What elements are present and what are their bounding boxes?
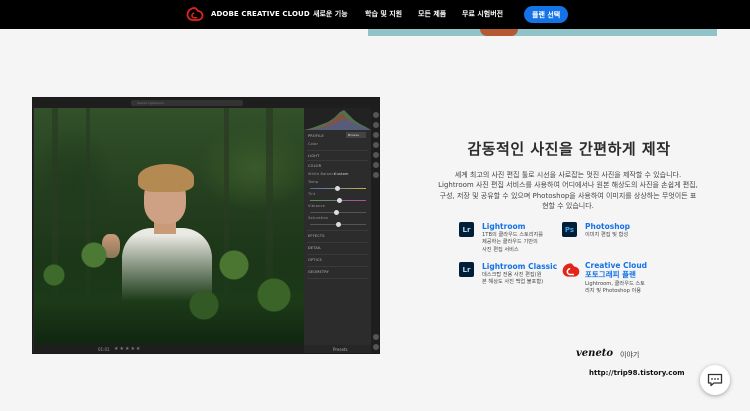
feature-description: Lightroom, 클라우드 스토 리지 및 Photoshop 이용 (585, 281, 645, 296)
brush-tool-icon (373, 142, 379, 148)
histogram (304, 108, 371, 130)
comment-icon (373, 344, 379, 350)
panel-color-label: COLOR (308, 164, 322, 168)
creative-cloud-logo-icon (186, 7, 204, 21)
saturation-slider-knob (336, 222, 341, 227)
profile-browse-button: Browse (346, 132, 366, 138)
brand-name: ADOBE CREATIVE CLOUD (211, 10, 310, 18)
panel-temp-label: Temp (308, 180, 319, 184)
lightroom-app-icon: Lr (459, 222, 474, 237)
panel-geometry-label: GEOMETRY (308, 270, 329, 274)
nav-item-free-trial[interactable]: 무료 시험버전 (462, 9, 503, 19)
edit-tool-icon (373, 112, 379, 118)
feature-description: 이미지 편집 및 합성 (585, 232, 628, 239)
feature-description: 1TB의 클라우드 스토리지를 제공하는 클라우드 기반의 사진 편집 서비스 (482, 232, 543, 254)
creative-cloud-icon (562, 263, 580, 277)
panel-divider (307, 150, 368, 151)
brand[interactable]: ADOBE CREATIVE CLOUD (186, 6, 310, 22)
banner-person-detail (480, 29, 518, 36)
person-hair (138, 164, 194, 192)
radial-tool-icon (373, 162, 379, 168)
info-icon (373, 172, 379, 178)
histogram-graph (304, 110, 371, 130)
panel-profile-label: PROFILE (308, 134, 324, 138)
portrait-photo (34, 108, 304, 345)
top-banner-image (368, 29, 717, 36)
panel-saturation-label: Saturation (308, 216, 329, 220)
panel-divider (307, 242, 368, 243)
watermark-name: veneto (576, 348, 614, 359)
panel-divider (307, 266, 368, 267)
watermark-korean: 이야기 (620, 351, 640, 359)
feature-title[interactable]: Photoshop (585, 222, 630, 231)
temp-slider-knob (335, 186, 340, 191)
nav-item-all-products[interactable]: 모든 제품 (418, 9, 446, 19)
nav-item-whats-new[interactable]: 새로운 기능 (313, 9, 348, 19)
panel-divider (307, 160, 368, 161)
feature-description: 데스크탑 전용 사진 편집(원 본 해상도 사진 백업 불포함) (482, 272, 543, 287)
edit-panel: PROFILE Browse Color LIGHT COLOR White B… (304, 108, 371, 345)
panel-color-profile: Color (308, 142, 319, 146)
panel-optics-label: OPTICS (308, 258, 322, 262)
feature-line: 본 해상도 사진 백업 불포함) (482, 279, 544, 286)
nav-item-learn-support[interactable]: 학습 및 지원 (365, 9, 402, 19)
zoom-readout: 01:01 (98, 347, 110, 352)
vibrance-slider-knob (334, 210, 339, 215)
watermark-url: http://trip98.tistory.com (589, 369, 685, 377)
heal-tool-icon (373, 132, 379, 138)
photoshop-app-icon: Ps (562, 222, 577, 237)
tool-rail (371, 108, 379, 353)
panel-vibrance-label: Vibrance (308, 204, 325, 208)
app-search-field: Search Lightroom (131, 100, 243, 106)
lightroom-app-screenshot: Search Lightroom PROFILE Browse Color LI… (32, 97, 380, 354)
feature-title[interactable]: Lightroom Classic (482, 262, 557, 271)
feature-line: 사진 편집 서비스 (482, 246, 519, 253)
lightroom-classic-app-icon: Lr (459, 262, 474, 277)
feature-line: 리지 및 Photoshop 이용 (585, 288, 642, 295)
chat-icon (707, 373, 723, 387)
panel-wb-value: Custom (334, 172, 349, 176)
section-heading: 감동적인 사진을 간편하게 제작 (467, 140, 671, 158)
feature-title[interactable]: Creative Cloud 포토그래피 플랜 (585, 261, 655, 279)
panel-light-label: LIGHT (308, 154, 320, 158)
panel-divider (307, 278, 368, 279)
feature-line: 이미지 편집 및 합성 (585, 232, 629, 238)
crop-tool-icon (373, 122, 379, 128)
panel-effects-label: EFFECTS (308, 234, 325, 238)
feature-line: 제공하는 클라우드 기반의 (482, 239, 538, 246)
foliage (34, 235, 304, 345)
panel-divider (307, 230, 368, 231)
app-toolbar: Search Lightroom (33, 98, 379, 108)
tint-slider-knob (337, 198, 342, 203)
choose-plan-button[interactable]: 플랜 선택 (524, 6, 569, 23)
panel-wb-label: White Balance (308, 172, 336, 176)
feature-title[interactable]: Lightroom (482, 222, 525, 231)
gradient-tool-icon (373, 152, 379, 158)
panel-detail-label: DETAIL (308, 246, 322, 250)
top-navigation: ADOBE CREATIVE CLOUD 새로운 기능 학습 및 지원 모든 제… (0, 0, 750, 29)
section-description: 세계 최고의 사진 편집 툴로 시선을 사로잡는 멋진 사진을 제작할 수 있습… (438, 171, 698, 211)
app-bottom-bar: 01:01 ★★★★★ (34, 345, 304, 353)
presets-button: Presets (333, 347, 348, 352)
rating-stars: ★★★★★ (114, 346, 142, 352)
chat-button[interactable] (700, 365, 730, 395)
tag-icon (373, 334, 379, 340)
panel-divider (307, 254, 368, 255)
panel-tint-label: Tint (308, 192, 316, 196)
